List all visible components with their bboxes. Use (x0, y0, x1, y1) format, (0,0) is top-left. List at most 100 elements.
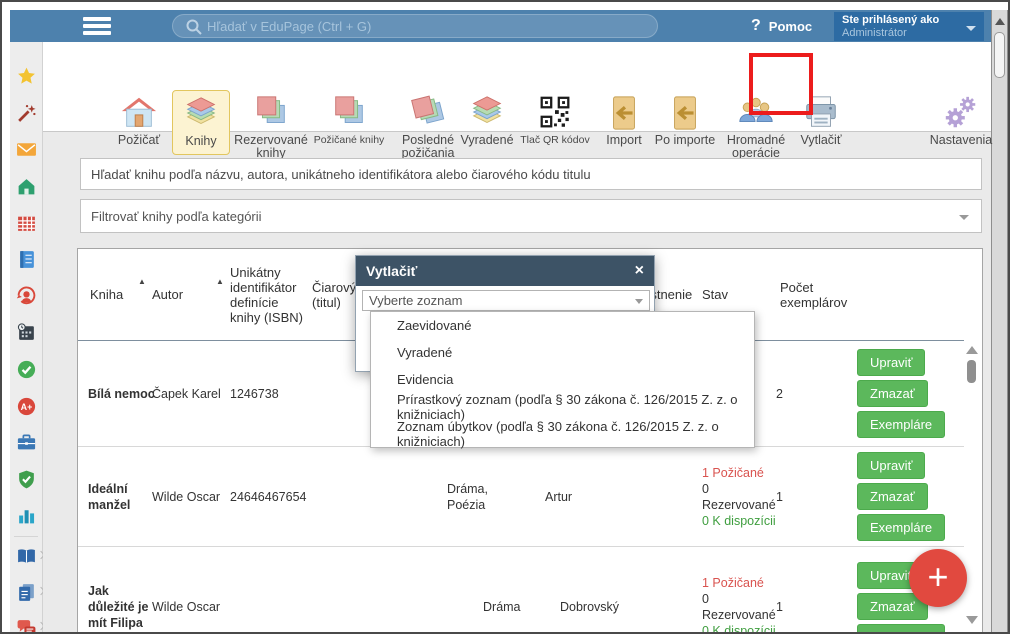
cell-title: Bílá nemoc (88, 341, 156, 446)
svg-text:A+: A+ (20, 402, 32, 412)
import-door-icon (605, 94, 643, 132)
print-list-select[interactable]: Vyberte zoznam (362, 290, 650, 311)
cards-icon (330, 94, 368, 132)
timetable-grid-icon[interactable] (12, 209, 40, 237)
dropdown-option[interactable]: Vyradené (371, 339, 754, 366)
messages-icon[interactable] (12, 613, 40, 634)
check-circle-icon[interactable] (12, 355, 40, 383)
bar-chart-icon[interactable] (12, 501, 40, 529)
documents-icon[interactable] (12, 578, 40, 606)
library-toolbar: Požičať Knihy Rezervované knihy Požičané… (43, 42, 991, 132)
account-role: Administrátor (842, 27, 976, 39)
chevron-down-icon (635, 299, 643, 304)
edupage-library-window: ? Pomoc Ste prihlásený ako Administrátor (0, 0, 1010, 634)
shield-check-icon[interactable] (12, 465, 40, 493)
edit-button[interactable]: Upraviť (857, 349, 925, 376)
column-header-pocet: Počet exemplárov (780, 249, 860, 340)
help-label: Pomoc (769, 19, 812, 34)
print-dialog-title: Vytlačiť (366, 263, 635, 279)
cards-tilted-icon (409, 94, 447, 132)
printer-icon (802, 94, 840, 132)
status-available: 0 K dispozícii (702, 513, 778, 529)
cards-icon (252, 94, 290, 132)
hamburger-menu-icon[interactable] (74, 10, 120, 42)
print-list-select-value: Vyberte zoznam (369, 293, 462, 308)
status-available: 0 K dispozícii (702, 623, 778, 634)
status-borrowed: 1 Požičané (702, 575, 778, 591)
edit-button[interactable]: Upraviť (857, 452, 925, 479)
import-door-icon (666, 94, 704, 132)
help-button[interactable]: ? Pomoc (751, 10, 812, 42)
sort-asc-icon[interactable]: ▲ (216, 277, 224, 286)
copies-button[interactable]: Exempláre (857, 624, 945, 634)
library-book-icon[interactable] (12, 542, 40, 570)
scroll-up-icon[interactable] (995, 18, 1005, 25)
table-scrollbar-thumb[interactable] (967, 360, 976, 383)
star-icon[interactable] (12, 62, 40, 90)
column-header-kniha[interactable]: Kniha (90, 249, 136, 340)
sort-asc-icon[interactable]: ▲ (138, 277, 146, 286)
scrollbar-thumb[interactable] (994, 32, 1005, 78)
table-row: Jak důležité je mít Filipa Wilde Oscar D… (78, 546, 964, 634)
cell-isbn: 1246738 (230, 341, 320, 446)
cell-count: 1 (776, 447, 836, 546)
add-book-fab[interactable]: + (909, 549, 967, 607)
toolbar-item-nastavenia[interactable]: Nastavenia (919, 94, 1003, 147)
dropdown-option[interactable]: Prírastkový zoznam (podľa § 30 zákona č.… (371, 393, 754, 420)
toolbar-label: Vytlačiť (779, 134, 863, 147)
toolbar-label: Rezervované knihy (229, 134, 313, 160)
house-icon (120, 94, 158, 132)
cell-title: Ideální manžel (88, 447, 156, 546)
magic-wand-icon[interactable] (12, 99, 40, 127)
notebook-icon[interactable] (12, 245, 40, 273)
toolbar-item-pozicat[interactable]: Požičať (97, 94, 181, 147)
cell-author: Wilde Oscar (152, 547, 226, 634)
print-dialog-header: Vytlačiť × (356, 256, 654, 286)
table-scroll-down-icon[interactable] (966, 616, 978, 624)
global-search-input[interactable] (207, 19, 607, 34)
layers-icon (468, 94, 506, 132)
copies-button[interactable]: Exempláre (857, 514, 945, 541)
qr-code-icon (536, 94, 574, 132)
cell-author: Čapek Karel (152, 341, 226, 446)
category-filter-select[interactable]: Filtrovať knihy podľa kategórii (80, 199, 982, 233)
toolbar-item-knihy[interactable]: Knihy (172, 90, 230, 155)
grades-icon[interactable]: A+ (12, 392, 40, 420)
copies-button[interactable]: Exempláre (857, 411, 945, 438)
dropdown-option[interactable]: Zoznam úbytkov (podľa § 30 zákona č. 126… (371, 420, 754, 447)
calendar-clock-icon[interactable] (12, 318, 40, 346)
table-scroll-up-icon[interactable] (966, 346, 978, 354)
people-group-icon (737, 94, 775, 132)
sidebar-divider (14, 536, 38, 537)
cell-publisher: Artur (545, 447, 621, 546)
cell-status: 1 Požičané 0 Rezervované 0 K dispozícii (702, 447, 778, 546)
toolbar-item-pozicane-knihy[interactable]: Požičané knihy (307, 94, 391, 147)
dropdown-option[interactable]: Zaevidované (371, 312, 754, 339)
person-sync-icon[interactable] (12, 282, 40, 310)
account-menu[interactable]: Ste prihlásený ako Administrátor (834, 12, 984, 41)
delete-button[interactable]: Zmazať (857, 483, 928, 510)
column-header-autor[interactable]: Autor (152, 249, 196, 340)
close-icon[interactable]: × (635, 263, 644, 279)
status-borrowed: 1 Požičané (702, 465, 778, 481)
category-filter-label: Filtrovať knihy podľa kategórii (91, 209, 262, 224)
global-search (172, 14, 658, 38)
house-icon[interactable] (12, 172, 40, 200)
row-actions: Upraviť Zmazať Exempláre (857, 447, 945, 546)
book-search-field (80, 158, 982, 190)
toolbar-item-vytlacit[interactable]: Vytlačiť (779, 94, 863, 147)
cell-count: 2 (776, 341, 836, 446)
cell-publisher: Dobrovský (560, 547, 636, 634)
table-row: Ideální manžel Wilde Oscar 24646467654 D… (78, 446, 964, 546)
book-search-input[interactable] (81, 159, 981, 189)
toolbar-item-rezervovane-knihy[interactable]: Rezervované knihy (229, 94, 313, 160)
status-reserved: 0 Rezervované (702, 591, 778, 623)
dropdown-option[interactable]: Evidencia (371, 366, 754, 393)
envelope-icon[interactable] (12, 135, 40, 163)
briefcase-icon[interactable] (12, 428, 40, 456)
delete-button[interactable]: Zmazať (857, 380, 928, 407)
toolbar-label: Nastavenia (919, 134, 1003, 147)
row-actions: Upraviť Zmazať Exempláre (857, 341, 945, 446)
search-icon (185, 18, 203, 41)
column-header-isbn: Unikátny identifikátor definície knihy (… (230, 249, 310, 340)
